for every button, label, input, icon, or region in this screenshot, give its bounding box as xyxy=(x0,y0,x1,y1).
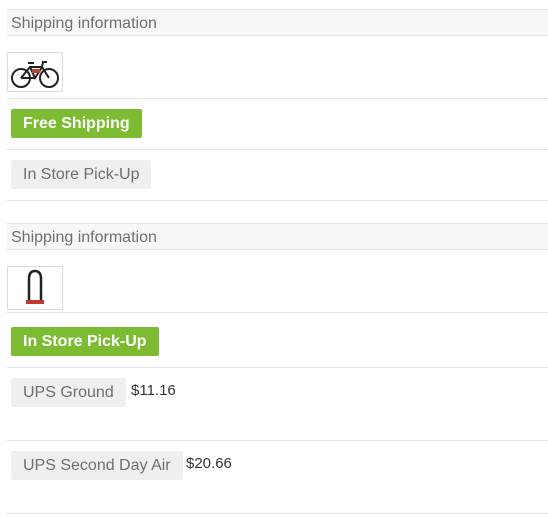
bicycle-icon xyxy=(8,61,62,95)
shipping-option-row: In Store Pick-Up xyxy=(7,317,548,368)
free-shipping-button[interactable]: Free Shipping xyxy=(11,109,142,138)
ups-second-day-air-button[interactable]: UPS Second Day Air xyxy=(11,451,183,480)
shipping-option-row: UPS Second Day Air $20.66 xyxy=(7,441,548,514)
product-thumbnail[interactable] xyxy=(7,52,63,92)
product-thumbnail[interactable] xyxy=(7,266,63,310)
shipping-info-header: Shipping information xyxy=(7,9,548,36)
in-store-pickup-button[interactable]: In Store Pick-Up xyxy=(11,327,159,356)
shipping-option-row: In Store Pick-Up xyxy=(7,150,548,201)
ups-ground-price: $11.16 xyxy=(131,382,176,399)
shipping-info-header: Shipping information xyxy=(7,223,548,250)
in-store-pickup-button[interactable]: In Store Pick-Up xyxy=(11,160,152,189)
shipping-option-row: UPS Ground $11.16 xyxy=(7,368,548,441)
ups-ground-button[interactable]: UPS Ground xyxy=(11,378,126,407)
ups-second-day-air-price: $20.66 xyxy=(186,455,232,472)
u-lock-icon xyxy=(8,269,62,313)
product-thumbnail-row xyxy=(7,37,548,99)
shipping-option-row: Free Shipping xyxy=(7,99,548,150)
product-thumbnail-row xyxy=(7,251,548,313)
